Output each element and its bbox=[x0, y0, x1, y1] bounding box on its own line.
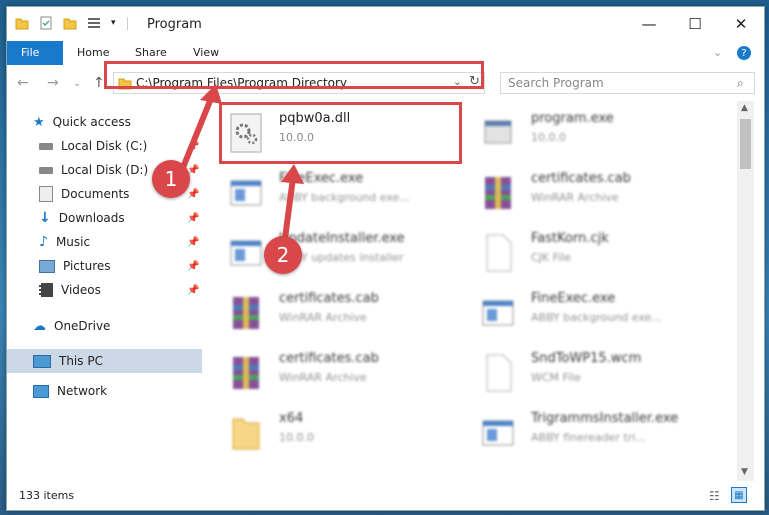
step-1-badge: 1 bbox=[152, 160, 190, 198]
annotation-arrows bbox=[179, 84, 304, 247]
arrow-1-line bbox=[179, 94, 215, 172]
step-2-badge: 2 bbox=[264, 236, 302, 274]
arrow-2-head bbox=[281, 164, 304, 184]
arrow-1-head bbox=[200, 84, 222, 104]
